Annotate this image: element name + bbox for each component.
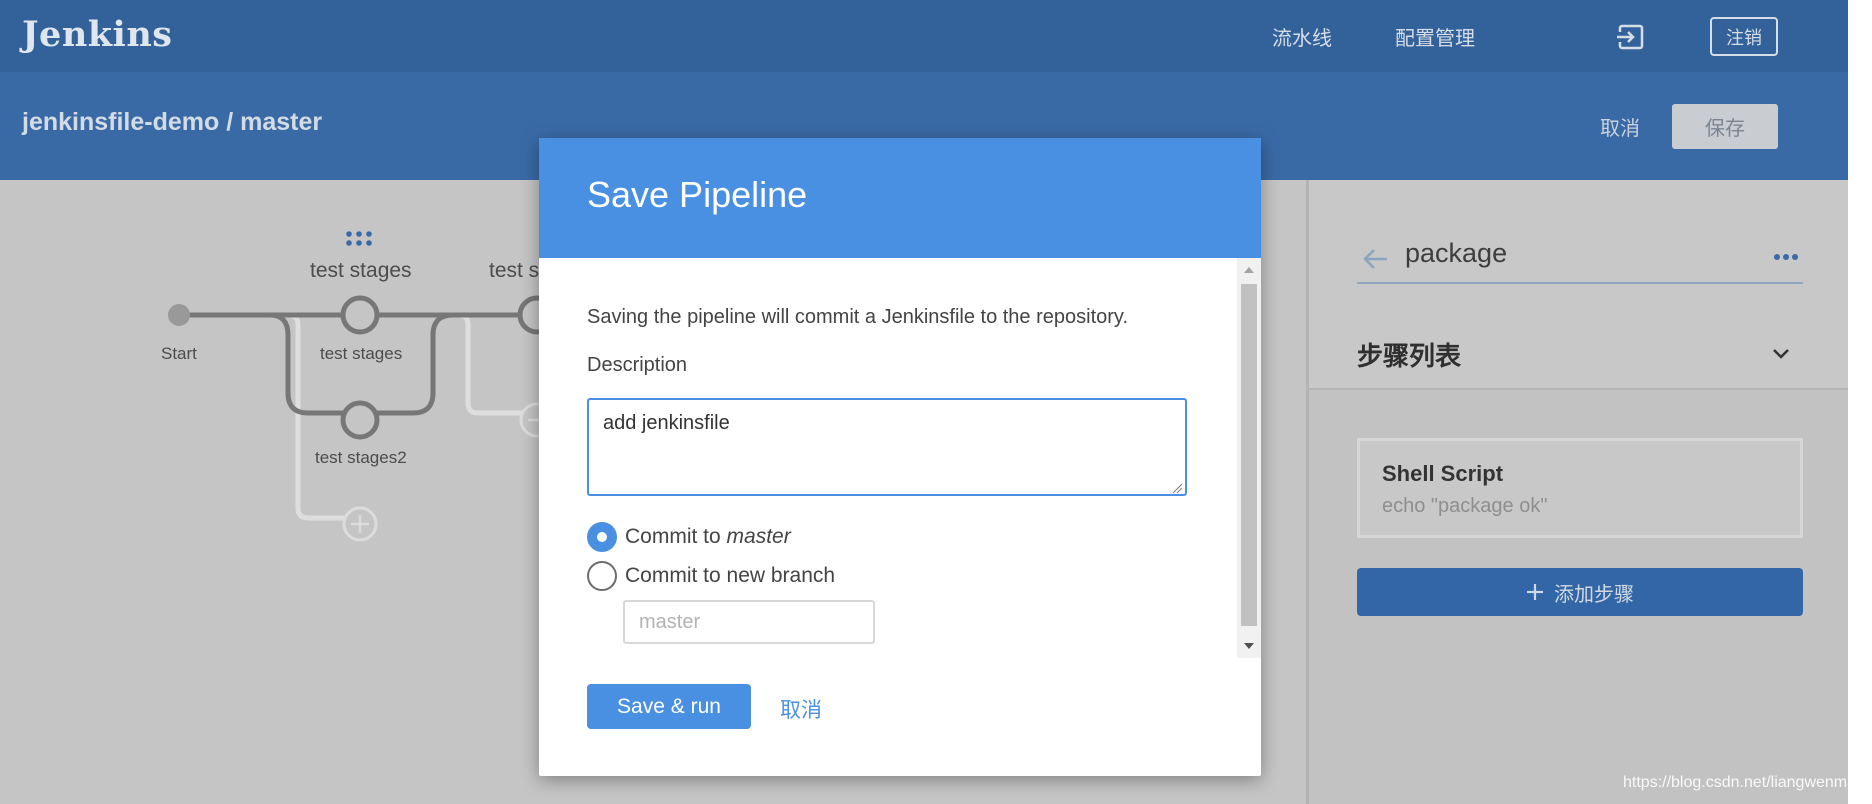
stage-title[interactable]: test stages xyxy=(310,259,412,283)
scrollbar-thumb[interactable] xyxy=(1241,284,1257,626)
step-title: Shell Script xyxy=(1382,461,1504,486)
add-node-icon[interactable] xyxy=(342,506,378,542)
step-subtitle: echo "package ok" xyxy=(1382,495,1548,517)
dialog-cancel-button[interactable]: 取消 xyxy=(780,694,822,724)
nav-pipelines[interactable]: 流水线 xyxy=(1272,22,1332,51)
pipeline-breadcrumb: jenkinsfile-demo / master xyxy=(22,108,323,136)
editor-save-button[interactable]: 保存 xyxy=(1672,104,1778,149)
dialog-title: Save Pipeline xyxy=(587,174,808,215)
plus-icon xyxy=(1527,584,1543,600)
scroll-up-icon[interactable] xyxy=(1243,266,1255,274)
nav-administration[interactable]: 配置管理 xyxy=(1395,22,1475,51)
add-branch-path-2 xyxy=(452,312,525,416)
panel-header: package 步骤列表 xyxy=(1309,180,1848,389)
dialog-message: Saving the pipeline will commit a Jenkin… xyxy=(587,306,1128,328)
add-step-label: 添加步骤 xyxy=(1554,583,1634,606)
stage-node-test-stages[interactable] xyxy=(340,295,380,335)
save-pipeline-dialog: Save Pipeline Saving the pipeline will c… xyxy=(539,138,1261,776)
start-node-label: Start xyxy=(161,344,197,363)
description-label: Description xyxy=(587,354,688,376)
new-branch-input[interactable] xyxy=(623,600,875,644)
dialog-body: Saving the pipeline will commit a Jenkin… xyxy=(539,258,1261,658)
commit-branch-name: master xyxy=(726,525,791,548)
top-navbar: Jenkins 流水线 配置管理 注销 xyxy=(0,0,1848,72)
save-and-run-button[interactable]: Save & run xyxy=(587,684,751,729)
back-arrow-icon[interactable] xyxy=(1361,244,1391,274)
chevron-down-icon[interactable] xyxy=(1769,342,1793,366)
step-card-shell-script[interactable]: Shell Script echo "package ok" xyxy=(1357,438,1803,538)
description-textarea[interactable]: add jenkinsfile xyxy=(587,398,1187,496)
commit-to-branch-option[interactable]: Commit to master xyxy=(587,522,791,552)
drag-grip-icon[interactable] xyxy=(346,231,372,246)
commit-to-branch-radio[interactable] xyxy=(587,522,617,552)
editor-cancel-button[interactable]: 取消 xyxy=(1600,112,1640,141)
dialog-scrollbar[interactable] xyxy=(1237,258,1261,658)
commit-to-label: Commit to master xyxy=(625,525,791,548)
logout-button[interactable]: 注销 xyxy=(1710,17,1778,56)
stage-node-label[interactable]: test stages xyxy=(320,344,402,364)
resize-grip-icon[interactable] xyxy=(1171,482,1183,494)
dialog-header: Save Pipeline xyxy=(539,138,1261,258)
panel-divider xyxy=(1309,388,1848,390)
stage-title-2[interactable]: test s xyxy=(489,259,539,283)
add-step-button[interactable]: 添加步骤 xyxy=(1357,568,1803,616)
stage-name-field[interactable]: package xyxy=(1405,238,1507,269)
start-node xyxy=(168,304,190,326)
stage-node-label-2[interactable]: test stages2 xyxy=(315,448,407,468)
stage-name-underline xyxy=(1357,282,1803,284)
commit-new-branch-option[interactable]: Commit to new branch xyxy=(587,561,835,591)
stage-editor-panel: package 步骤列表 Shell Script echo "package … xyxy=(1306,180,1848,804)
more-icon[interactable] xyxy=(1773,252,1799,262)
steps-list-title: 步骤列表 xyxy=(1357,341,1462,371)
jenkins-logo[interactable]: Jenkins xyxy=(22,14,172,55)
commit-new-branch-radio[interactable] xyxy=(587,561,617,591)
scroll-down-icon[interactable] xyxy=(1243,642,1255,650)
watermark: https://blog.csdn.net/liangwenmai xyxy=(1623,774,1860,791)
stage-node-test-stages2[interactable] xyxy=(340,400,380,440)
commit-new-branch-label: Commit to new branch xyxy=(625,564,836,587)
login-icon[interactable] xyxy=(1616,22,1646,52)
